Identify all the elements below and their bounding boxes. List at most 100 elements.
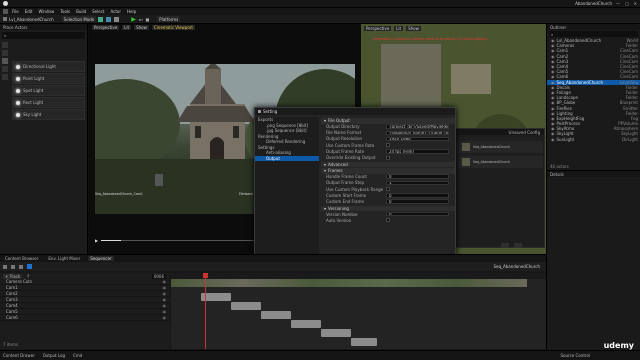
shot-section[interactable] [261, 311, 291, 319]
status-output-log[interactable]: Output Log [43, 353, 65, 358]
eye-icon[interactable]: ◉ [163, 297, 167, 302]
stop-icon[interactable]: ■ [146, 17, 150, 22]
dialog-title: Setting [263, 109, 278, 114]
viewport-button-lit[interactable]: Lit [122, 25, 132, 30]
skip-icon[interactable]: ⏭ [139, 17, 143, 22]
shot-section[interactable] [231, 302, 261, 310]
place-actors-search[interactable]: ⌕ [2, 32, 85, 39]
render-job[interactable]: Seq_AbandonedChurch [459, 141, 543, 153]
property-label: Handle Frame Count [326, 174, 367, 180]
property-row: Output Resolution 1920 1080 [321, 136, 455, 142]
shot-section[interactable] [291, 320, 321, 328]
camera-cuts-strip[interactable] [171, 279, 527, 287]
status-content-drawer[interactable]: Content Drawer [3, 353, 35, 358]
menu-item-tools[interactable]: Tools [60, 9, 70, 14]
level-tab[interactable]: Lvl_AbandonedChurch [9, 17, 54, 22]
menu-item-build[interactable]: Build [76, 9, 86, 14]
details-tab[interactable]: Details [547, 171, 640, 177]
mrq-config-label[interactable]: Unsaved Config [509, 130, 540, 135]
playhead[interactable] [205, 273, 206, 349]
track-row[interactable]: Cam6 ◉ [0, 315, 170, 321]
viewport-button-perspective[interactable]: Perspective [92, 25, 120, 30]
property-checkbox[interactable] [386, 143, 390, 148]
eye-icon[interactable]: ◉ [163, 315, 167, 320]
place-actors-tab[interactable]: Place Actors [0, 24, 87, 30]
property-checkbox[interactable] [386, 155, 390, 160]
viewport2-button-show[interactable]: Show [406, 25, 421, 31]
outliner-item[interactable]: ◉ SunLight DirLight [547, 137, 640, 142]
place-item-sky-light[interactable]: Sky Light [12, 109, 85, 120]
nav-item-label: .jpg Sequence [8bit] [266, 128, 307, 134]
render-job[interactable]: Seq_AbandonedChurch [459, 156, 543, 168]
tab-sequencer[interactable]: Sequencer [88, 256, 114, 261]
close-icon[interactable]: ✕ [634, 1, 637, 6]
menu-item-edit[interactable]: Edit [25, 9, 33, 14]
menu-item-actor[interactable]: Actor [110, 9, 121, 14]
property-value[interactable]: 0 [386, 193, 449, 198]
property-value[interactable]: 24 fps (Film) [386, 149, 449, 154]
menu-item-select[interactable]: Select [92, 9, 104, 14]
eye-icon[interactable]: ◉ [163, 291, 167, 296]
camera-icon[interactable] [11, 264, 15, 269]
property-row: Handle Frame Count 0 [321, 174, 455, 180]
tab-content-browser[interactable]: Content Browser [3, 256, 40, 261]
sequence-name: Seq_AbandonedChurch [493, 264, 540, 269]
blueprint-icon[interactable] [106, 16, 112, 22]
property-value[interactable]: {sequence_name}.{frame_number} [386, 130, 449, 136]
property-row: File Name Format {sequence_name}.{frame_n… [321, 130, 455, 136]
visibility-icon[interactable]: ◉ [551, 137, 555, 142]
property-value[interactable]: 0 [386, 174, 449, 179]
menu-item-help[interactable]: Help [127, 9, 136, 14]
play-icon[interactable]: ▶ [95, 238, 98, 243]
render-local-button[interactable] [501, 243, 509, 248]
eye-icon[interactable]: ◉ [163, 279, 167, 284]
property-value[interactable]: 0 [386, 199, 449, 204]
property-value[interactable]: 0 [386, 211, 449, 217]
menu-item-window[interactable]: Window [38, 9, 54, 14]
save-icon[interactable] [3, 264, 7, 269]
nav-item-output[interactable]: Output [255, 155, 319, 161]
place-item-point-light[interactable]: Point Light [12, 73, 85, 84]
platforms-button[interactable]: Platforms [157, 16, 181, 22]
place-item-rect-light[interactable]: Rect Light [12, 97, 85, 108]
timeline[interactable] [171, 273, 546, 349]
property-checkbox[interactable] [386, 218, 390, 223]
eye-icon[interactable]: ◉ [163, 285, 167, 290]
render-icon[interactable] [19, 264, 23, 269]
minimize-icon[interactable]: — [616, 1, 620, 6]
eye-icon[interactable]: ◉ [163, 309, 167, 314]
section-advanced[interactable]: ▾ Advanced [321, 161, 455, 168]
snap-icon[interactable] [27, 264, 32, 269]
tab-env-light-mixer[interactable]: Env. Light Mixer [46, 256, 82, 261]
outliner-search[interactable]: ⌕ [549, 31, 638, 37]
shot-section[interactable] [321, 329, 351, 337]
save-icon[interactable] [3, 9, 8, 14]
cinematics-icon[interactable] [114, 16, 120, 22]
content-icon[interactable] [98, 16, 104, 22]
place-item-directional-light[interactable]: Directional Light [12, 61, 85, 72]
viewport2-button-lit[interactable]: Lit [394, 25, 404, 31]
selection-mode-button[interactable]: Selection Mode [61, 16, 97, 22]
outliner-tab[interactable]: Outliner [547, 24, 640, 30]
play-icon[interactable]: ▶ [131, 16, 136, 23]
place-actors-title: Place Actors [3, 24, 28, 30]
viewport2-button-perspective[interactable]: Perspective [364, 25, 392, 31]
place-item-spot-light[interactable]: Spot Light [12, 85, 85, 96]
property-value[interactable]: 1 [386, 180, 449, 186]
status-cmd[interactable]: Cmd [73, 353, 82, 358]
eye-icon[interactable]: ◉ [163, 303, 167, 308]
maximize-icon[interactable]: ▢ [625, 1, 629, 6]
add-track-button[interactable]: + Track [3, 273, 23, 279]
details-panel: Details [546, 170, 640, 350]
shot-section[interactable] [351, 338, 377, 346]
property-value[interactable]: 1920 1080 [386, 136, 449, 142]
property-checkbox[interactable] [386, 187, 390, 192]
viewport-button-cinematic-viewport[interactable]: Cinematic Viewport [151, 25, 195, 30]
current-frame[interactable]: 0006 [151, 273, 166, 279]
source-control[interactable]: Source Control [561, 353, 590, 358]
menu-item-file[interactable]: File [12, 9, 19, 14]
property-value[interactable]: {project_dir}/Saved/MovieRenders/ [386, 124, 449, 129]
viewport-button-show[interactable]: Show [134, 25, 149, 30]
playhead-handle[interactable] [203, 273, 208, 278]
render-remote-button[interactable] [514, 243, 522, 248]
